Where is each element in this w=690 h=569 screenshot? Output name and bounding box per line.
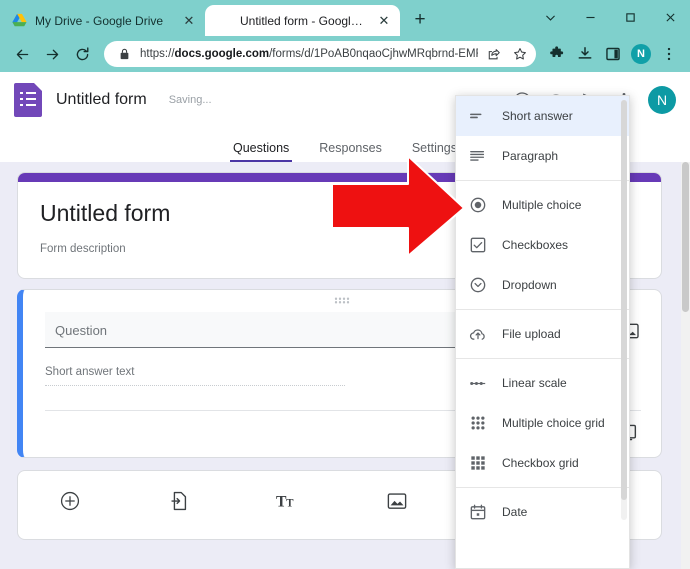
page-scrollbar[interactable]: [681, 162, 690, 569]
google-forms-logo[interactable]: [14, 83, 42, 117]
menu-separator: [456, 180, 630, 181]
address-bar[interactable]: https://docs.google.com/forms/d/1PoAB0nq…: [104, 41, 536, 67]
radio-button-icon: [469, 196, 487, 214]
tab-settings[interactable]: Settings: [412, 141, 457, 162]
date-icon: [469, 503, 487, 521]
menu-item-label: Checkbox grid: [502, 456, 579, 470]
kebab-menu-icon[interactable]: [656, 41, 682, 67]
menu-scrollbar[interactable]: [621, 100, 627, 520]
browser-window: My Drive - Google Drive ✕ Untitled form …: [0, 0, 690, 569]
window-controls: [530, 0, 690, 34]
google-drive-icon: [12, 13, 27, 28]
menu-item-label: Linear scale: [502, 376, 567, 390]
short-answer-icon: [469, 107, 487, 125]
dropdown-arrow-icon: [469, 276, 487, 294]
browser-tab-title: My Drive - Google Drive: [35, 14, 173, 28]
menu-item-label: Date: [502, 505, 527, 519]
menu-item-multiple-choice[interactable]: Multiple choice: [456, 185, 630, 225]
menu-separator: [456, 309, 630, 310]
minimize-icon[interactable]: [570, 0, 610, 34]
menu-item-checkbox-grid[interactable]: Checkbox grid: [456, 443, 630, 483]
menu-item-multiple-choice-grid[interactable]: Multiple choice grid: [456, 403, 630, 443]
drag-handle-icon[interactable]: [334, 297, 350, 304]
question-type-menu-list: Short answer Paragraph Multiple choice: [456, 96, 630, 532]
menu-item-label: Dropdown: [502, 278, 557, 292]
file-upload-icon: [469, 325, 487, 343]
avatar[interactable]: N: [648, 86, 676, 114]
multiple-choice-grid-icon: [469, 414, 487, 432]
linear-scale-icon: [469, 374, 487, 392]
svg-text:T: T: [286, 498, 294, 510]
google-forms-icon: [217, 13, 232, 28]
menu-item-short-answer[interactable]: Short answer: [456, 96, 630, 136]
document-title[interactable]: Untitled form: [56, 91, 147, 109]
forward-icon[interactable]: [38, 40, 66, 68]
menu-item-label: Short answer: [502, 109, 573, 123]
menu-scrollbar-thumb[interactable]: [621, 100, 627, 500]
extensions-puzzle-icon[interactable]: [544, 41, 570, 67]
star-icon[interactable]: [510, 44, 530, 64]
downloads-icon[interactable]: [572, 41, 598, 67]
menu-item-label: Multiple choice: [502, 198, 581, 212]
add-title-icon[interactable]: TT: [276, 489, 300, 513]
browser-tab-my-drive[interactable]: My Drive - Google Drive ✕: [0, 5, 205, 36]
lock-icon: [114, 44, 134, 64]
menu-item-file-upload[interactable]: File upload: [456, 314, 630, 354]
close-icon[interactable]: [650, 0, 690, 34]
menu-item-label: File upload: [502, 327, 561, 341]
menu-item-label: Multiple choice grid: [502, 416, 605, 430]
save-status: Saving...: [169, 94, 212, 106]
avatar-initial: N: [631, 44, 651, 64]
menu-item-dropdown[interactable]: Dropdown: [456, 265, 630, 305]
add-image-icon[interactable]: [385, 489, 409, 513]
share-icon[interactable]: [484, 44, 504, 64]
menu-item-label: Paragraph: [502, 149, 558, 163]
tab-responses[interactable]: Responses: [319, 141, 382, 162]
short-answer-placeholder: Short answer text: [45, 366, 345, 386]
maximize-icon[interactable]: [610, 0, 650, 34]
question-type-menu[interactable]: Short answer Paragraph Multiple choice: [455, 95, 630, 569]
menu-item-checkboxes[interactable]: Checkboxes: [456, 225, 630, 265]
back-icon[interactable]: [8, 40, 36, 68]
paragraph-icon: [469, 147, 487, 165]
chevron-down-icon[interactable]: [530, 0, 570, 34]
browser-tab-title: Untitled form - Google Forms: [240, 14, 368, 28]
checkbox-grid-icon: [469, 454, 487, 472]
import-questions-icon[interactable]: [167, 489, 191, 513]
browser-toolbar: https://docs.google.com/forms/d/1PoAB0nq…: [0, 36, 690, 72]
reload-icon[interactable]: [68, 40, 96, 68]
url-text: https://docs.google.com/forms/d/1PoAB0nq…: [140, 48, 478, 60]
menu-separator: [456, 487, 630, 488]
profile-avatar[interactable]: N: [628, 41, 654, 67]
menu-item-paragraph[interactable]: Paragraph: [456, 136, 630, 176]
browser-tab-google-forms[interactable]: Untitled form - Google Forms ✕: [205, 5, 400, 36]
checkbox-icon: [469, 236, 487, 254]
menu-item-linear-scale[interactable]: Linear scale: [456, 363, 630, 403]
page-scrollbar-thumb[interactable]: [682, 162, 689, 312]
new-tab-button[interactable]: +: [406, 6, 434, 34]
close-icon[interactable]: ✕: [181, 13, 197, 29]
side-panel-icon[interactable]: [600, 41, 626, 67]
menu-item-date[interactable]: Date: [456, 492, 630, 532]
close-icon[interactable]: ✕: [376, 13, 392, 29]
menu-separator: [456, 358, 630, 359]
tab-questions[interactable]: Questions: [233, 141, 289, 162]
tab-strip: My Drive - Google Drive ✕ Untitled form …: [0, 0, 690, 36]
menu-item-label: Checkboxes: [502, 238, 568, 252]
add-question-icon[interactable]: [58, 489, 82, 513]
